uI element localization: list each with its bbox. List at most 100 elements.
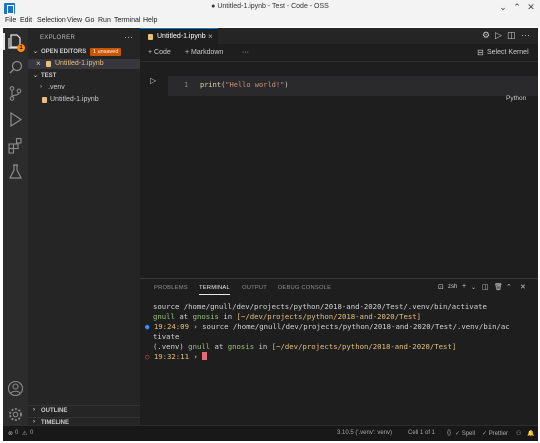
run-cell-icon[interactable]: ▷ (150, 76, 162, 88)
chevron-right-icon: › (33, 407, 35, 413)
close-icon[interactable]: × (36, 59, 41, 68)
menu-file[interactable]: File (5, 17, 16, 24)
spell-status[interactable]: ✓ Spell (455, 430, 475, 437)
account-icon[interactable] (7, 380, 24, 397)
workbench: 1 EXPLORER ··· ⌄ OPEN EDITORS 1 unsaved (3, 28, 538, 441)
terminal-line: ● 19:24:09 › source /home/gnull/dev/proj… (145, 322, 510, 331)
outline-label: OUTLINE (41, 408, 68, 414)
run-icon[interactable]: ▷ (495, 30, 502, 41)
tab-debug-console[interactable]: DEBUG CONSOLE (278, 285, 331, 291)
account-icon[interactable]: ⚇ (516, 430, 521, 437)
close-icon[interactable]: ✕ (520, 283, 526, 291)
search-icon[interactable] (7, 59, 24, 76)
terminal-time: 19:32:11 (153, 352, 189, 361)
terminal-text: at (214, 342, 224, 351)
tree-item-notebook[interactable]: Untitled-1.ipynb (28, 95, 140, 105)
activity-bar: 1 (3, 28, 28, 441)
more-icon[interactable]: ··· (242, 49, 249, 56)
cell-language[interactable]: Python (506, 95, 526, 102)
add-markdown-button[interactable]: + Markdown (185, 49, 223, 56)
notebook-toolbar: + Code + Markdown ··· ⊟ Select Kernel (140, 44, 538, 62)
trash-icon[interactable]: 🗑 (494, 283, 503, 291)
more-icon[interactable]: ··· (124, 32, 133, 42)
terminal-icon: ⊡ (438, 284, 444, 291)
menu-go[interactable]: Go (85, 17, 94, 24)
extensions-icon[interactable] (7, 137, 24, 154)
tree-item-venv[interactable]: › .venv (28, 83, 140, 93)
kernel-icon: ⊟ (477, 48, 484, 57)
add-terminal-icon[interactable]: + (462, 283, 466, 290)
source-control-icon[interactable] (7, 85, 24, 102)
tab-problems[interactable]: PROBLEMS (154, 285, 188, 291)
notebook-icon (148, 34, 153, 40)
shell-name[interactable]: zsh (448, 284, 457, 290)
warning-icon[interactable]: ⚠ (22, 430, 27, 437)
cell-position[interactable]: Cell 1 of 1 (408, 430, 435, 436)
spell-icon: {} (447, 430, 452, 436)
tab-untitled-notebook[interactable]: Untitled-1.ipynb × (140, 28, 218, 44)
bell-icon[interactable]: 🔔 (527, 430, 534, 437)
split-editor-icon[interactable]: ◫ (507, 30, 516, 41)
terminal-text: in (223, 312, 233, 321)
tab-terminal[interactable]: TERMINAL (199, 285, 230, 295)
menu-selection[interactable]: Selection (37, 17, 66, 24)
workspace-section[interactable]: ⌄ TEST (28, 71, 140, 81)
outline-section[interactable]: › OUTLINE (28, 405, 140, 415)
settings-gear-icon[interactable] (7, 406, 24, 423)
terminal-host: gnosis (227, 342, 255, 351)
terminal-cursor (202, 352, 208, 360)
command-success-dot: ● (145, 322, 150, 331)
chevron-down-icon[interactable]: ⌄ (471, 284, 476, 291)
error-icon[interactable]: ⊗ (8, 430, 13, 437)
tab-output[interactable]: OUTPUT (242, 285, 267, 291)
chevron-up-icon[interactable]: ⌃ (506, 283, 512, 291)
open-editor-item[interactable]: × Untitled-1.ipynb (28, 59, 140, 69)
terminal-time: 19:24:09 (153, 322, 189, 331)
chevron-right-icon: › (40, 84, 42, 90)
menu-view[interactable]: View (67, 17, 82, 24)
testing-icon[interactable] (7, 163, 24, 180)
run-debug-icon[interactable] (7, 111, 24, 128)
window-titlebar: ● Untitled-1.ipynb - Test - Code - OSS ⌄… (0, 0, 540, 16)
open-editor-label: Untitled-1.ipynb (55, 60, 104, 67)
notebook-icon (46, 61, 51, 67)
menu-terminal[interactable]: Terminal (114, 17, 140, 24)
explorer-badge: 1 (17, 44, 25, 52)
error-count[interactable]: 0 (15, 430, 18, 436)
chevron-down-icon[interactable]: ⌄ (498, 2, 508, 13)
menu-edit[interactable]: Edit (20, 17, 32, 24)
menu-help[interactable]: Help (143, 17, 157, 24)
terminal-host: gnosis (192, 312, 219, 321)
more-icon[interactable]: ··· (521, 30, 530, 40)
chevron-up-icon[interactable]: ⌃ (512, 2, 522, 13)
bottom-panel: PROBLEMS TERMINAL OUTPUT DEBUG CONSOLE ⊡… (140, 278, 538, 425)
open-editors-section[interactable]: ⌄ OPEN EDITORS 1 unsaved (28, 47, 140, 57)
terminal-line: gnull at gnosis in [~/dev/projects/pytho… (153, 312, 421, 321)
terminal-command: › source /home/gnull/dev/projects/python… (193, 322, 510, 331)
close-icon[interactable]: × (208, 32, 213, 41)
cell-code[interactable]: print("Hello world!") (200, 81, 289, 89)
status-bar: ⊗ 0 ⚠ 0 3.10.5 ('.venv': venv) Cell 1 of… (3, 425, 538, 441)
python-interpreter[interactable]: 3.10.5 ('.venv': venv) (337, 430, 392, 436)
code-cell[interactable]: 1 print("Hello world!") (168, 76, 538, 96)
tab-bar: Untitled-1.ipynb × ⚙ ▷ ◫ ··· (140, 28, 538, 44)
prettier-status[interactable]: ✓ Prettier (482, 430, 508, 437)
terminal-text: in (258, 342, 268, 351)
split-terminal-icon[interactable]: ◫ (482, 283, 489, 291)
chevron-down-icon: ⌄ (33, 73, 39, 79)
editor-area: Untitled-1.ipynb × ⚙ ▷ ◫ ··· + Code + Ma… (140, 28, 538, 278)
settings-gear-icon[interactable]: ⚙ (482, 30, 490, 41)
terminal-prompt-line[interactable]: ○ 19:32:11 › (145, 352, 208, 361)
terminal-venv: (.venv) (153, 342, 184, 351)
explorer-header: EXPLORER (40, 35, 76, 41)
terminal-line: tivate (153, 332, 180, 341)
terminal-text: at (179, 312, 189, 321)
add-code-button[interactable]: + Code (148, 49, 171, 56)
terminal-user: gnull (153, 312, 175, 321)
close-icon[interactable]: ✕ (526, 2, 536, 13)
workspace-label: TEST (41, 73, 57, 79)
select-kernel-button[interactable]: Select Kernel (487, 49, 529, 56)
tree-item-label: Untitled-1.ipynb (50, 96, 99, 103)
warning-count[interactable]: 0 (30, 430, 33, 436)
menu-run[interactable]: Run (98, 17, 111, 24)
